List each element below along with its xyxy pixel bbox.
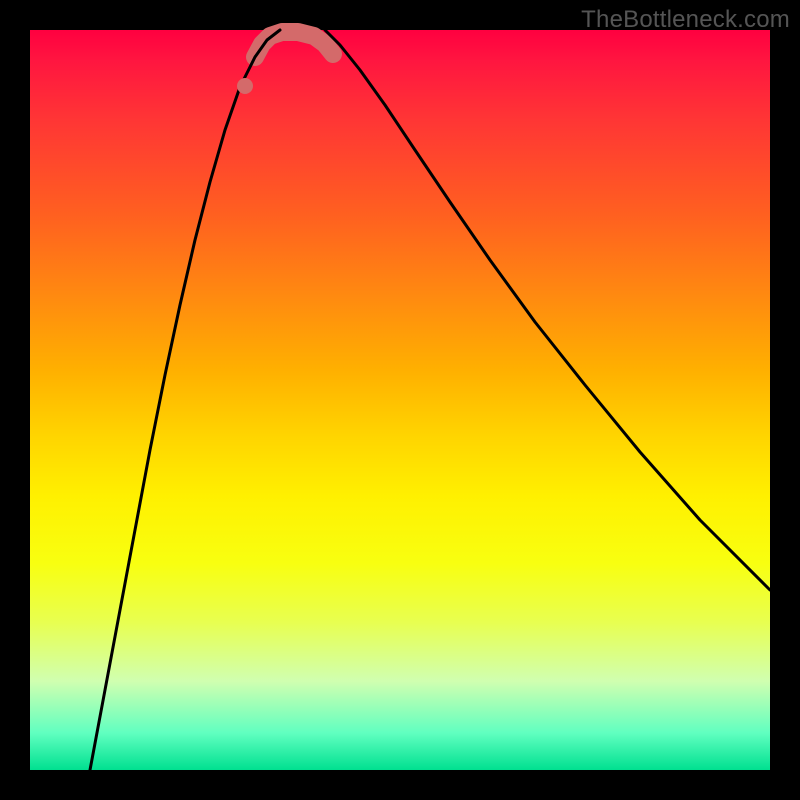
pink-dot-marker (237, 78, 253, 94)
chart-frame: TheBottleneck.com (0, 0, 800, 800)
pink-floor-segment (255, 32, 333, 57)
left-curve (90, 30, 280, 770)
curve-layer (30, 30, 770, 770)
watermark-text: TheBottleneck.com (581, 6, 790, 34)
right-curve (325, 30, 770, 590)
